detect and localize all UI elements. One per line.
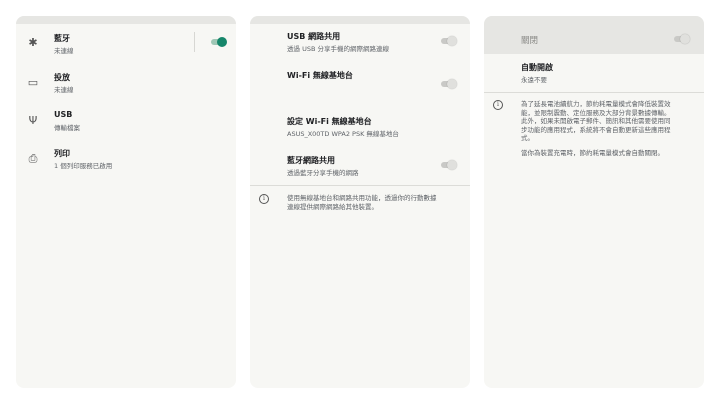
- info-line: 此外，如果未開啟電子郵件、簡訊和其他需要使用同: [521, 117, 671, 125]
- hotspot-row[interactable]: Wi-Fi 無線基地台: [250, 66, 470, 106]
- bt-tether-row[interactable]: 藍牙網路共用 透過藍牙分享手機的網路: [250, 151, 470, 181]
- bluetooth-row[interactable]: ✱ 藍牙 未連線: [16, 28, 236, 68]
- info-line: 使用無線基地台和網路共用功能，透過你的行動數據: [287, 194, 437, 202]
- connected-devices-panel: ✱ 藍牙 未連線 ▭ 投放 未連線 Ψ USB 傳輸檔案 ⎙ 列印 1 個列印服…: [16, 16, 236, 388]
- usb-row[interactable]: Ψ USB 傳輸檔案: [16, 108, 236, 148]
- toggle-thumb: [447, 36, 457, 46]
- tethering-panel: USB 網路共用 透過 USB 分享手機的網際網路連線 Wi-Fi 無線基地台 …: [250, 16, 470, 388]
- info-line: 式。: [521, 134, 534, 142]
- usb-title: USB: [54, 110, 73, 119]
- cast-status: 未連線: [54, 86, 74, 94]
- usb-tether-toggle[interactable]: [439, 36, 457, 46]
- usb-status: 傳輸檔案: [54, 124, 80, 132]
- auto-on-value: 永遠不要: [521, 76, 547, 84]
- info-line: 步功能的應用程式，系統將不會自動更新這些應用程: [521, 125, 671, 134]
- bluetooth-status: 未連線: [54, 47, 74, 55]
- battery-saver-state-label: 關閉: [521, 36, 539, 46]
- hotspot-toggle[interactable]: [439, 79, 457, 89]
- print-title: 列印: [54, 149, 70, 158]
- tether-info-text: 使用無線基地台和網路共用功能，透過你的行動數據 連線提供網際網路給其他裝置。: [287, 194, 437, 211]
- info-icon: i: [259, 194, 269, 204]
- bt-tether-title: 藍牙網路共用: [287, 156, 335, 165]
- bt-tether-desc: 透過藍牙分享手機的網路: [287, 169, 359, 177]
- cast-row[interactable]: ▭ 投放 未連線: [16, 68, 236, 108]
- cast-icon: ▭: [27, 76, 39, 89]
- cast-title: 投放: [54, 73, 70, 82]
- toggle-thumb: [680, 34, 690, 44]
- toggle-thumb: [447, 160, 457, 170]
- auto-on-row[interactable]: 自動開啟 永遠不要: [484, 60, 704, 94]
- print-icon: ⎙: [28, 152, 38, 165]
- bluetooth-title: 藍牙: [54, 34, 70, 43]
- info-line: 為了延長電池續航力，節約耗電量模式會降低裝置效: [521, 100, 671, 108]
- print-row[interactable]: ⎙ 列印 1 個列印服務已啟用: [16, 148, 236, 188]
- info-line: 連線提供網際網路給其他裝置。: [287, 202, 378, 211]
- info-line: 當你為裝置充電時，節約耗電量模式會自動關閉。: [521, 148, 664, 157]
- section-divider: [484, 92, 704, 93]
- row-divider: [194, 32, 195, 52]
- info-line: 能，並限制震動、定位服務及大部分背景數據傳輸。: [521, 108, 671, 117]
- hotspot-title: Wi-Fi 無線基地台: [287, 71, 353, 80]
- hotspot-setup-row[interactable]: 設定 Wi-Fi 無線基地台 ASUS_X00TD WPA2 PSK 無線基地台: [250, 112, 470, 142]
- bluetooth-icon: ✱: [28, 36, 38, 49]
- auto-on-title: 自動開啟: [521, 63, 553, 72]
- usb-icon: Ψ: [28, 114, 38, 127]
- print-status: 1 個列印服務已啟用: [54, 162, 113, 170]
- usb-tether-row[interactable]: USB 網路共用 透過 USB 分享手機的網際網路連線: [250, 28, 470, 64]
- info-icon: i: [493, 100, 503, 110]
- toggle-thumb: [447, 79, 457, 89]
- battery-saver-info-text: 為了延長電池續航力，節約耗電量模式會降低裝置效 能，並限制震動、定位服務及大部分…: [521, 100, 671, 157]
- battery-saver-toggle[interactable]: [672, 34, 690, 44]
- toggle-thumb: [217, 37, 227, 47]
- usb-tether-desc: 透過 USB 分享手機的網際網路連線: [287, 45, 389, 53]
- usb-tether-title: USB 網路共用: [287, 32, 341, 41]
- hotspot-setup-title: 設定 Wi-Fi 無線基地台: [287, 117, 372, 126]
- battery-saver-panel: 關閉 自動開啟 永遠不要 i 為了延長電池續航力，節約耗電量模式會降低裝置效 能…: [484, 16, 704, 388]
- battery-saver-header[interactable]: 關閉: [484, 24, 704, 54]
- hotspot-setup-desc: ASUS_X00TD WPA2 PSK 無線基地台: [287, 130, 399, 138]
- bluetooth-toggle[interactable]: [209, 37, 227, 47]
- bt-tether-toggle[interactable]: [439, 160, 457, 170]
- section-divider: [250, 185, 470, 186]
